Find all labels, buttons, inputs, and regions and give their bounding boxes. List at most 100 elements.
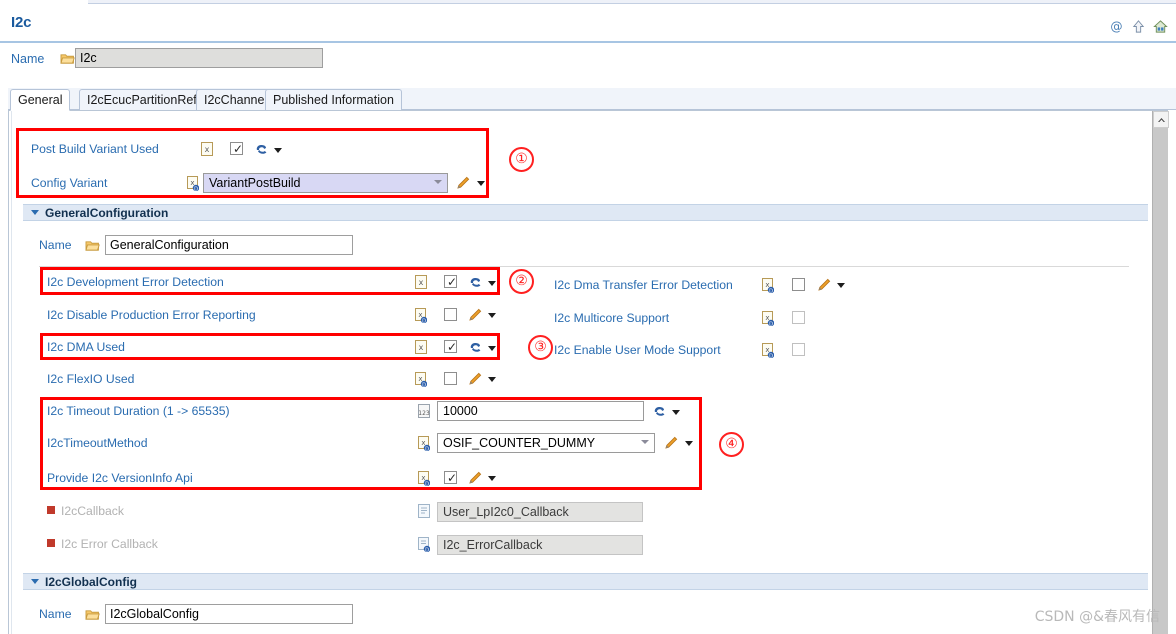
post-build-variant-used-checkbox[interactable]: ✓ — [230, 142, 243, 155]
header-icon-group: @ — [1109, 19, 1168, 34]
post-build-variant-used-label: Post Build Variant Used — [31, 142, 159, 156]
svg-text:D: D — [769, 321, 773, 326]
x-doc-icon: x — [415, 275, 427, 294]
tab-general[interactable]: General — [10, 89, 71, 111]
chevron-down-icon — [31, 579, 39, 584]
i2c-flexio-used-checkbox[interactable] — [444, 372, 457, 385]
row-post-build-variant-used: Post Build Variant Used x ✓ — [31, 139, 511, 161]
pencil-icon[interactable] — [664, 436, 678, 455]
at-icon[interactable]: @ — [1109, 19, 1124, 34]
form-name-input[interactable]: I2c — [75, 48, 323, 68]
d-doc-icon: x D — [187, 176, 200, 196]
chevron-down-icon[interactable] — [672, 410, 680, 415]
row-i2c-error-callback: I2c Error Callback D I2c_ErrorCallback — [47, 534, 667, 556]
vertical-scrollbar[interactable] — [1152, 111, 1169, 634]
i2c-timeout-duration-input[interactable]: 10000 — [437, 401, 644, 421]
tab-i2cchannel[interactable]: I2cChannel — [196, 89, 276, 110]
watermark: CSDN @&春风有信 — [1034, 609, 1160, 625]
paint-icon[interactable] — [469, 341, 483, 359]
i2c-callback-label: I2cCallback — [61, 504, 124, 518]
d-doc-icon: x D — [418, 436, 431, 456]
row-config-variant: Config Variant x D VariantPostBuild — [31, 173, 511, 195]
i2c-timeout-method-combo[interactable]: OSIF_COUNTER_DUMMY — [437, 433, 655, 453]
chevron-down-icon[interactable] — [837, 283, 845, 288]
annotation-number-3: ③ — [528, 335, 553, 360]
body-left-rail — [9, 111, 12, 634]
chevron-down-icon[interactable] — [488, 313, 496, 318]
row-i2c-dma-transfer-error-detection: I2c Dma Transfer Error Detection x D — [554, 275, 884, 297]
xd-doc-icon: x D — [418, 471, 431, 491]
home-icon[interactable] — [1153, 19, 1168, 34]
svg-text:D: D — [425, 481, 429, 486]
chevron-down-icon[interactable] — [488, 281, 496, 286]
scroll-up-button[interactable] — [1153, 111, 1169, 128]
i2c-disable-production-error-reporting-checkbox[interactable] — [444, 308, 457, 321]
i2c-dma-used-checkbox[interactable]: ✓ — [444, 340, 457, 353]
tab-i2cecucpartitionref[interactable]: I2cEcucPartitionRef — [79, 89, 205, 110]
tab-published-information[interactable]: Published Information — [265, 89, 402, 110]
chevron-down-icon[interactable] — [477, 181, 485, 186]
page-title: I2c — [11, 14, 32, 31]
d-doc-icon: x D — [762, 278, 775, 298]
num-doc-icon: 123 — [418, 404, 430, 423]
svg-text:D: D — [769, 288, 773, 293]
i2c-configuration-editor: I2c @ Name I2c General I2cEcucPartitionR… — [0, 0, 1176, 634]
chevron-up-icon — [1157, 117, 1165, 122]
chevron-down-icon[interactable] — [488, 377, 496, 382]
form-body-panel: Post Build Variant Used x ✓ Config Varia… — [8, 110, 1169, 634]
d-doc-icon: D — [418, 537, 431, 557]
i2c-timeout-method-label: I2cTimeoutMethod — [47, 436, 148, 450]
chevron-down-icon — [641, 440, 649, 444]
i2c-dma-used-label: I2c DMA Used — [47, 340, 125, 354]
row-i2c-flexio-used: I2c FlexIO Used x D — [47, 369, 517, 391]
paint-icon[interactable] — [469, 276, 483, 294]
generalconfiguration-name-label: Name — [39, 238, 72, 252]
i2c-enable-user-mode-support-checkbox[interactable] — [792, 343, 805, 356]
svg-text:D: D — [422, 318, 426, 323]
i2cglobalconfig-name-label: Name — [39, 607, 72, 621]
section-title: GeneralConfiguration — [45, 205, 169, 220]
i2c-callback-input[interactable]: User_LpI2c0_Callback — [437, 502, 643, 522]
section-generalconfiguration[interactable]: GeneralConfiguration — [23, 204, 1148, 221]
i2c-timeout-method-value: OSIF_COUNTER_DUMMY — [443, 436, 596, 450]
pencil-icon[interactable] — [468, 308, 482, 327]
chevron-down-icon — [31, 210, 39, 215]
config-variant-label: Config Variant — [31, 176, 108, 190]
folder-icon — [60, 52, 75, 65]
pencil-icon[interactable] — [468, 471, 482, 490]
svg-text:D: D — [422, 382, 426, 387]
plain-doc-icon — [418, 504, 430, 523]
i2cglobalconfig-name-input[interactable]: I2cGlobalConfig — [105, 604, 353, 624]
pencil-icon[interactable] — [456, 176, 470, 195]
red-square-icon — [47, 506, 55, 514]
form-name-row: Name I2c — [0, 48, 1176, 74]
chevron-down-icon[interactable] — [274, 148, 282, 153]
paint-icon[interactable] — [255, 143, 269, 161]
i2c-dma-transfer-error-detection-checkbox[interactable] — [792, 278, 805, 291]
i2c-error-callback-input[interactable]: I2c_ErrorCallback — [437, 535, 643, 555]
check-tick-icon: ✓ — [447, 275, 458, 289]
i2c-development-error-detection-checkbox[interactable]: ✓ — [444, 275, 457, 288]
chevron-down-icon — [434, 180, 442, 184]
paint-icon[interactable] — [653, 405, 667, 423]
annotation-number-4: ④ — [719, 432, 744, 457]
tab-bar: General I2cEcucPartitionRef I2cChannel P… — [0, 88, 1176, 111]
i2c-dma-transfer-error-detection-label: I2c Dma Transfer Error Detection — [554, 278, 733, 292]
row-i2cglobalconfig-name: Name I2cGlobalConfig — [39, 603, 459, 625]
provide-i2c-versioninfo-api-checkbox[interactable]: ✓ — [444, 471, 457, 484]
chevron-down-icon[interactable] — [488, 346, 496, 351]
pencil-icon[interactable] — [817, 278, 831, 297]
folder-icon — [85, 239, 100, 257]
generalconfiguration-name-input[interactable]: GeneralConfiguration — [105, 235, 353, 255]
pencil-icon[interactable] — [468, 372, 482, 391]
provide-i2c-versioninfo-api-label: Provide I2c VersionInfo Api — [47, 471, 193, 485]
config-variant-combo[interactable]: VariantPostBuild — [203, 173, 448, 193]
up-arrow-icon[interactable] — [1131, 19, 1146, 34]
row-generalconfiguration-name: Name GeneralConfiguration — [39, 234, 459, 256]
chevron-down-icon[interactable] — [488, 476, 496, 481]
i2c-multicore-support-checkbox[interactable] — [792, 311, 805, 324]
svg-text:D: D — [425, 446, 429, 451]
section-i2cglobalconfig[interactable]: I2cGlobalConfig — [23, 573, 1148, 590]
divider — [39, 266, 1129, 267]
chevron-down-icon[interactable] — [685, 441, 693, 446]
